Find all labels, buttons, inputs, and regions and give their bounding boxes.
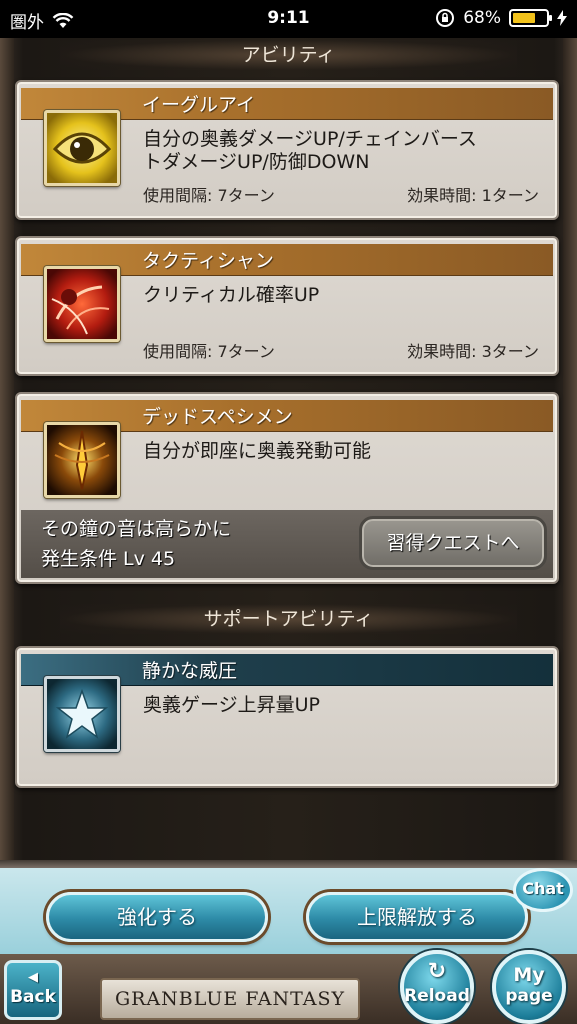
description-line: トダメージUP/防御DOWN bbox=[143, 151, 370, 173]
condition-level: 発生条件 Lv 45 bbox=[41, 548, 176, 570]
mypage-label-line2: page bbox=[505, 986, 553, 1006]
ability-name: イーグルアイ bbox=[142, 94, 256, 116]
status-right: 68% bbox=[435, 8, 567, 28]
limit-break-button[interactable]: 上限解放する bbox=[306, 892, 528, 942]
back-arrow-icon: ◀ bbox=[28, 970, 38, 985]
status-bar: 圏外 9:11 68% bbox=[0, 0, 577, 38]
ability-card-dead-specimen[interactable]: デッドスペシメン 自分が即座に奥義発動可能 その鐘の音は高らかに 発生条件 Lv… bbox=[15, 392, 559, 584]
rotation-lock-icon bbox=[436, 9, 455, 27]
chat-button[interactable]: Chat bbox=[513, 868, 573, 912]
eagle-eye-icon bbox=[44, 110, 120, 186]
enhance-button[interactable]: 強化する bbox=[46, 892, 268, 942]
use-interval: 使用間隔: 7ターン bbox=[143, 342, 275, 361]
bottom-divider bbox=[0, 860, 577, 868]
ability-card-tactician[interactable]: タクティシャン クリティカル確率UP 使用間隔: 7ターン 効果時間: 3ターン bbox=[15, 236, 559, 376]
effect-duration: 効果時間: 1ターン bbox=[407, 186, 539, 205]
star-icon bbox=[44, 676, 120, 752]
battery-percent: 68% bbox=[463, 8, 501, 28]
effect-duration: 効果時間: 3ターン bbox=[407, 342, 539, 361]
ability-name: タクティシャン bbox=[142, 250, 274, 272]
reload-label: Reload bbox=[404, 986, 470, 1006]
ability-meta: 使用間隔: 7ターン 効果時間: 3ターン bbox=[143, 338, 539, 362]
unlock-condition: その鐘の音は高らかに 発生条件 Lv 45 bbox=[41, 514, 231, 574]
mypage-button[interactable]: My page bbox=[492, 950, 566, 1024]
description-line: 自分の奥義ダメージUP/チェインバース bbox=[143, 128, 477, 150]
game-logo: GRANBLUE FANTASY bbox=[100, 978, 360, 1020]
learn-quest-button[interactable]: 習得クエストへ bbox=[359, 516, 547, 570]
use-interval: 使用間隔: 7ターン bbox=[143, 186, 275, 205]
ability-description: クリティカル確率UP bbox=[143, 284, 320, 306]
support-ability-card[interactable]: 静かな威圧 奥義ゲージ上昇量UP bbox=[15, 646, 559, 788]
support-ability-name: 静かな威圧 bbox=[142, 660, 238, 682]
ability-panel[interactable]: アビリティ イーグルアイ 自分の奥義ダメージUP/チェインバース トダメージUP… bbox=[0, 38, 577, 860]
bottom-menu: 強化する 上限解放する Chat ◀ Back GRANBLUE FANTASY… bbox=[0, 860, 577, 1024]
ability-meta: 使用間隔: 7ターン 効果時間: 1ターン bbox=[143, 182, 539, 206]
ability-description: 自分が即座に奥義発動可能 bbox=[143, 440, 372, 462]
frame-right bbox=[563, 38, 577, 860]
ability-description: 自分の奥義ダメージUP/チェインバース トダメージUP/防御DOWN bbox=[143, 128, 543, 174]
ability-name: デッドスペシメン bbox=[142, 406, 293, 428]
charging-icon bbox=[557, 10, 567, 26]
battery-icon bbox=[509, 9, 552, 27]
mypage-label-line1: My bbox=[513, 964, 545, 986]
back-label: Back bbox=[10, 987, 56, 1007]
reload-button[interactable]: ↻ Reload bbox=[400, 950, 474, 1024]
reload-icon: ↻ bbox=[427, 959, 447, 984]
dead-specimen-icon bbox=[44, 422, 120, 498]
support-ability-description: 奥義ゲージ上昇量UP bbox=[143, 694, 320, 716]
abilities-section-title: アビリティ bbox=[60, 40, 517, 70]
back-button[interactable]: ◀ Back bbox=[4, 960, 62, 1020]
frame-left bbox=[0, 38, 14, 860]
unlock-condition-bar: その鐘の音は高らかに 発生条件 Lv 45 習得クエストへ bbox=[21, 510, 553, 578]
condition-quest-name: その鐘の音は高らかに bbox=[41, 518, 232, 540]
support-ability-section-title: サポートアビリティ bbox=[60, 604, 517, 634]
ability-card-eagle-eye[interactable]: イーグルアイ 自分の奥義ダメージUP/チェインバース トダメージUP/防御DOW… bbox=[15, 80, 559, 220]
tactician-icon bbox=[44, 266, 120, 342]
